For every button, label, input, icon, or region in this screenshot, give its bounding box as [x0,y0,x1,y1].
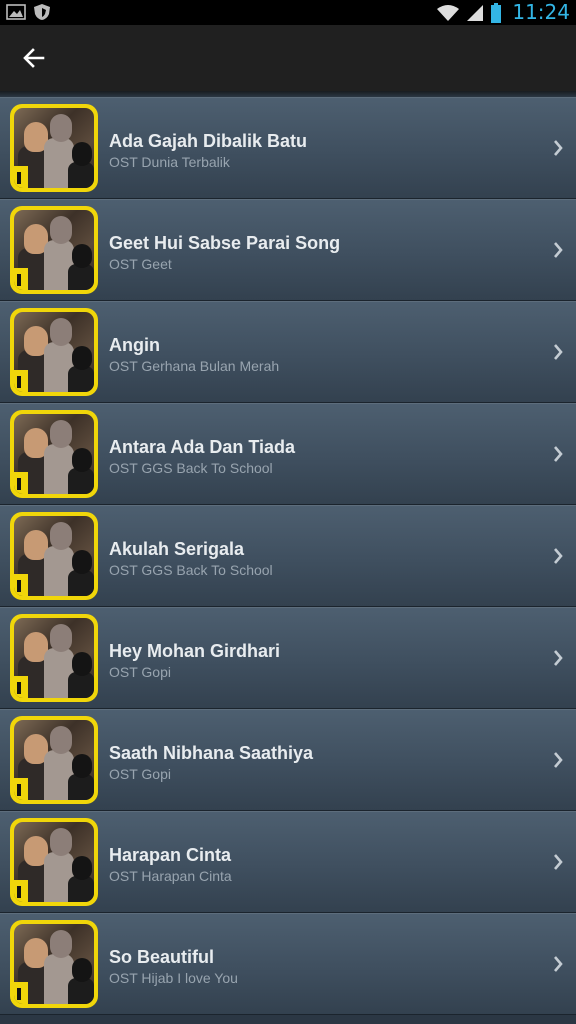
song-list: Ada Gajah Dibalik Batu OST Dunia Terbali… [0,97,576,1015]
song-title: Angin [109,335,160,355]
chevron-right-icon [554,548,563,564]
status-bar: 11:24 [0,0,576,25]
clock: 11:24 [512,0,570,24]
song-subtitle: OST Harapan Cinta [109,868,232,884]
song-thumbnail [10,308,98,396]
chevron-right-icon [554,344,563,360]
list-item[interactable]: So Beautiful OST Hijab I love You [0,913,576,1015]
song-thumbnail [10,512,98,600]
signal-icon [467,4,484,21]
song-title: Geet Hui Sabse Parai Song [109,233,341,253]
shield-icon [34,4,50,20]
app-bar [0,25,576,91]
wifi-icon [437,4,460,21]
list-item[interactable]: Angin OST Gerhana Bulan Merah [0,301,576,403]
song-thumbnail [10,410,98,498]
list-item[interactable]: Hey Mohan Girdhari OST Gopi [0,607,576,709]
song-thumbnail [10,104,98,192]
chevron-right-icon [554,956,563,972]
song-subtitle: OST Geet [109,256,172,272]
song-thumbnail [10,614,98,702]
chevron-right-icon [554,242,563,258]
list-item[interactable]: Saath Nibhana Saathiya OST Gopi [0,709,576,811]
chevron-right-icon [554,446,563,462]
song-thumbnail [10,206,98,294]
list-item[interactable]: Akulah Serigala OST GGS Back To School [0,505,576,607]
song-thumbnail [10,716,98,804]
song-title: Hey Mohan Girdhari [109,641,281,661]
back-button[interactable] [14,39,54,77]
song-subtitle: OST GGS Back To School [109,562,273,578]
list-item[interactable]: Antara Ada Dan Tiada OST GGS Back To Sch… [0,403,576,505]
song-title: So Beautiful [109,947,215,967]
song-thumbnail [10,920,98,1008]
chevron-right-icon [554,752,563,768]
song-thumbnail [10,818,98,906]
song-subtitle: OST Hijab I love You [109,970,238,986]
battery-icon [491,2,502,23]
song-subtitle: OST Gopi [109,766,171,782]
song-subtitle: OST Gerhana Bulan Merah [109,358,280,374]
song-subtitle: OST Gopi [109,664,171,680]
song-title: Antara Ada Dan Tiada [109,437,296,457]
list-item[interactable]: Harapan Cinta OST Harapan Cinta [0,811,576,913]
song-subtitle: OST Dunia Terbalik [109,154,230,170]
song-title: Akulah Serigala [109,539,245,559]
list-item[interactable]: Ada Gajah Dibalik Batu OST Dunia Terbali… [0,97,576,199]
chevron-right-icon [554,854,563,870]
image-icon [6,4,26,20]
song-title: Harapan Cinta [109,845,232,865]
song-subtitle: OST GGS Back To School [109,460,273,476]
list-item[interactable]: Geet Hui Sabse Parai Song OST Geet [0,199,576,301]
chevron-right-icon [554,140,563,156]
song-title: Ada Gajah Dibalik Batu [109,131,308,151]
chevron-right-icon [554,650,563,666]
song-title: Saath Nibhana Saathiya [109,743,314,763]
arrow-left-icon [23,48,45,68]
